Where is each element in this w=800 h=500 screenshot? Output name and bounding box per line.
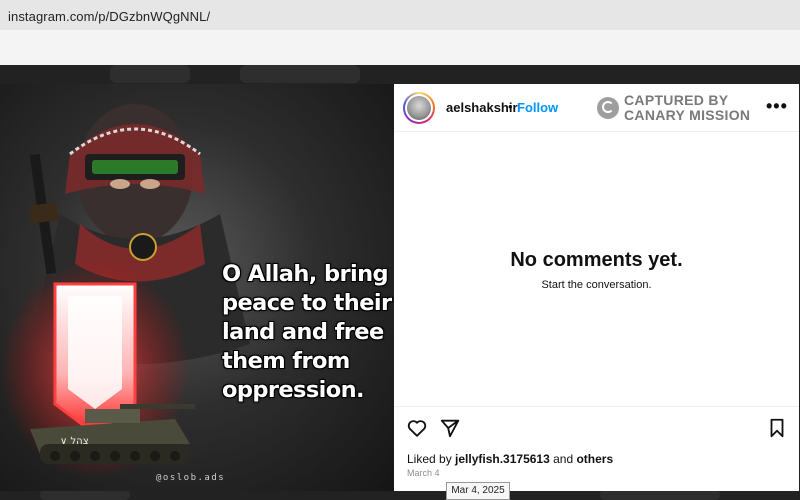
post-date[interactable]: March 4 (407, 468, 440, 478)
post-caption: O Allah, bring peace to their land and f… (222, 261, 392, 403)
url-text[interactable]: instagram.com/p/DGzbnWQgNNL/ (8, 9, 210, 24)
post-side-panel: aelshakshir • Follow CAPTURED BY CANARY … (394, 84, 799, 491)
avatar[interactable] (403, 92, 435, 124)
post-header: aelshakshir • Follow CAPTURED BY CANARY … (394, 84, 799, 132)
canary-mission-logo-icon (597, 97, 619, 119)
likes-summary: Liked by jellyfish.3175613 and others (407, 452, 613, 466)
captured-stamp: CAPTURED BY CANARY MISSION (597, 93, 767, 125)
tank-marking: ∨ צהל (60, 436, 89, 447)
liked-user-link[interactable]: jellyfish.3175613 (455, 452, 550, 466)
empty-comments-subtitle: Start the conversation. (541, 279, 652, 291)
follow-button[interactable]: Follow (517, 100, 558, 115)
liked-middle: and (549, 452, 577, 466)
address-bar[interactable]: instagram.com/p/DGzbnWQgNNL/ (0, 0, 800, 30)
paper-plane-icon[interactable] (439, 417, 461, 439)
empty-comments-title: No comments yet. (510, 249, 683, 271)
actions-divider (394, 406, 799, 407)
page-top-strip (0, 30, 800, 65)
heart-outline-icon[interactable] (406, 417, 428, 439)
post-image: ∨ צהל O Allah, bring peace to their land… (0, 84, 394, 491)
liked-others-link[interactable]: others (576, 452, 613, 466)
stamp-line1: CAPTURED BY (624, 92, 729, 108)
date-tooltip: Mar 4, 2025 (446, 482, 510, 500)
username-link[interactable]: aelshakshir (446, 100, 518, 115)
liked-prefix: Liked by (407, 452, 456, 466)
watermark: @oslob.ads (156, 473, 226, 483)
more-options-icon[interactable]: ••• (766, 96, 788, 117)
separator-dot: • (508, 99, 513, 114)
bookmark-icon[interactable] (766, 417, 788, 439)
stamp-line2: CANARY MISSION (624, 107, 751, 123)
